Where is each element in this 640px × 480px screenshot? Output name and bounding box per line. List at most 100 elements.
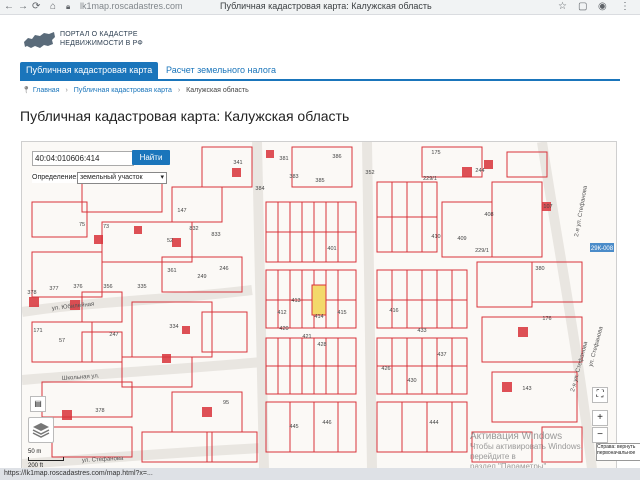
parcel-number: 376 bbox=[73, 284, 82, 290]
parcel-number: 335 bbox=[137, 284, 146, 290]
parcel-number: 412 bbox=[277, 310, 286, 316]
parcel-number: 430 bbox=[407, 378, 416, 384]
parcel-number: 175 bbox=[431, 150, 440, 156]
forward-icon[interactable]: → bbox=[18, 0, 28, 14]
parcel-number: 437 bbox=[437, 352, 446, 358]
parcel-number: 832 bbox=[189, 226, 198, 232]
bookmark-icon[interactable]: ▤ bbox=[30, 396, 46, 412]
parcel-number: 334 bbox=[169, 324, 178, 330]
parcel-number: 229/1 bbox=[423, 176, 437, 182]
tab-cadastral-map[interactable]: Публичная кадастровая карта bbox=[20, 62, 159, 79]
layers-icon bbox=[32, 423, 50, 438]
parcel-number: 107 bbox=[543, 204, 552, 210]
breadcrumb: 📍︎ Главная › Публичная кадастровая карта… bbox=[22, 86, 249, 96]
parcel-number: 356 bbox=[103, 284, 112, 290]
parcel-number: 414 bbox=[314, 314, 323, 320]
parcel-number: 95 bbox=[223, 400, 229, 406]
layers-button[interactable] bbox=[28, 417, 54, 443]
parcel-number: 378 bbox=[27, 290, 36, 296]
reload-icon[interactable]: ⟳ bbox=[32, 0, 40, 14]
logo-line2: НЕДВИЖИМОСТИ В РФ bbox=[60, 40, 143, 47]
parcel-number: 75 bbox=[79, 222, 85, 228]
watermark-line1: Активация Windows bbox=[470, 431, 563, 442]
chevron-down-icon: ▾ bbox=[160, 174, 164, 181]
road-badge: 29К-008 bbox=[591, 246, 614, 252]
parcel-number: 381 bbox=[279, 156, 288, 162]
parcel-number: 428 bbox=[317, 342, 326, 348]
portal-logo-text[interactable]: ПОРТАЛ О КАДАСТРЕ НЕДВИЖИМОСТИ В РФ bbox=[60, 30, 143, 48]
logo-line1: ПОРТАЛ О КАДАСТРЕ bbox=[60, 31, 138, 38]
breadcrumb-map[interactable]: Публичная кадастровая карта bbox=[74, 87, 172, 94]
windows-activation-watermark: Активация Windows Чтобы активировать Win… bbox=[470, 432, 616, 470]
back-icon[interactable]: ← bbox=[4, 0, 14, 14]
pin-icon: 📍︎ bbox=[22, 87, 31, 94]
parcel-number: 410 bbox=[431, 234, 440, 240]
extension-icon[interactable]: ▢ bbox=[578, 0, 587, 14]
reset-view-notice[interactable]: Справа: вернуть первоначальное bbox=[596, 443, 640, 461]
parcel-number: 445 bbox=[289, 424, 298, 430]
cadastral-map[interactable]: 29К-008 341 381 386 175 352 244 384 383 … bbox=[21, 141, 617, 470]
zoom-in-button[interactable]: + bbox=[592, 410, 608, 426]
browser-status-bar: https://lk1map.roscadastres.com/map.html… bbox=[0, 468, 640, 480]
scale-meters: 50 m bbox=[28, 449, 42, 455]
parcel-number: 433 bbox=[417, 328, 426, 334]
parcel-number: 249 bbox=[197, 274, 206, 280]
definition-value: земельный участок bbox=[80, 174, 143, 181]
parcel-number: 421 bbox=[302, 334, 311, 340]
russia-map-logo-icon[interactable] bbox=[22, 30, 56, 50]
parcel-number: 401 bbox=[327, 246, 336, 252]
parcel-number: 386 bbox=[332, 154, 341, 160]
fullscreen-button[interactable]: ⛶ bbox=[592, 387, 608, 403]
selected-parcel[interactable] bbox=[311, 284, 327, 316]
main-nav: Публичная кадастровая карта Расчет земел… bbox=[20, 62, 620, 81]
parcel-number: 352 bbox=[365, 170, 374, 176]
parcel-number: 416 bbox=[389, 308, 398, 314]
parcel-number: 246 bbox=[219, 266, 228, 272]
menu-icon[interactable]: ⋮ bbox=[620, 0, 630, 14]
parcel-number: 171 bbox=[33, 328, 42, 334]
scale-bar: 50 m 200 ft bbox=[28, 448, 64, 469]
parcel-number: 383 bbox=[289, 174, 298, 180]
breadcrumb-current: Калужская область bbox=[186, 87, 249, 94]
parcel-number: 52 bbox=[167, 238, 173, 244]
page-title: Публичная кадастровая карта: Калужская о… bbox=[20, 108, 350, 124]
parcel-number: 446 bbox=[322, 420, 331, 426]
parcel-number: 377 bbox=[49, 286, 58, 292]
parcel-number: 413 bbox=[291, 298, 300, 304]
parcel-number: 384 bbox=[255, 186, 264, 192]
star-icon[interactable]: ☆ bbox=[558, 0, 567, 14]
definition-label: Определение: bbox=[32, 173, 79, 183]
browser-toolbar: ← → ⟳ ⌂ 🔒︎ lk1map.roscadastres.com Публи… bbox=[0, 0, 640, 15]
window-title: Публичная кадастровая карта: Калужская о… bbox=[220, 1, 432, 11]
parcel-number: 833 bbox=[211, 232, 220, 238]
home-icon[interactable]: ⌂ bbox=[50, 0, 56, 14]
cadastral-search-input[interactable]: 40:04:010606:414 bbox=[32, 151, 134, 166]
watermark-line2: Чтобы активировать Windows, перейдите в bbox=[470, 442, 583, 461]
find-button[interactable]: Найти bbox=[132, 150, 170, 165]
scale-line bbox=[28, 457, 64, 461]
map-canvas[interactable]: 29К-008 341 381 386 175 352 244 384 383 … bbox=[22, 142, 616, 469]
parcel-number: 244 bbox=[475, 168, 484, 174]
parcel-number: 143 bbox=[522, 386, 531, 392]
parcel-number: 380 bbox=[535, 266, 544, 272]
parcel-number: 341 bbox=[233, 160, 242, 166]
parcel-number: 420 bbox=[279, 326, 288, 332]
parcel-number: 378 bbox=[95, 408, 104, 414]
parcel-number: 444 bbox=[429, 420, 438, 426]
definition-select[interactable]: земельный участок ▾ bbox=[77, 172, 167, 184]
profile-icon[interactable]: ◉ bbox=[598, 0, 607, 14]
parcel-number: 57 bbox=[59, 338, 65, 344]
breadcrumb-separator: › bbox=[65, 87, 68, 94]
parcel-number: 147 bbox=[177, 208, 186, 214]
parcel-number: 426 bbox=[381, 366, 390, 372]
breadcrumb-home[interactable]: Главная bbox=[33, 87, 60, 94]
parcel-number: 361 bbox=[167, 268, 176, 274]
parcel-number: 385 bbox=[315, 178, 324, 184]
parcel-number: 73 bbox=[103, 224, 109, 230]
parcel-number: 408 bbox=[484, 212, 493, 218]
tab-tax-calc[interactable]: Расчет земельного налога bbox=[162, 62, 280, 79]
parcel-number: 229/1 bbox=[475, 248, 489, 254]
lock-icon: 🔒︎ bbox=[66, 2, 71, 11]
parcel-number: 409 bbox=[457, 236, 466, 242]
address-bar[interactable]: lk1map.roscadastres.com bbox=[80, 0, 183, 12]
